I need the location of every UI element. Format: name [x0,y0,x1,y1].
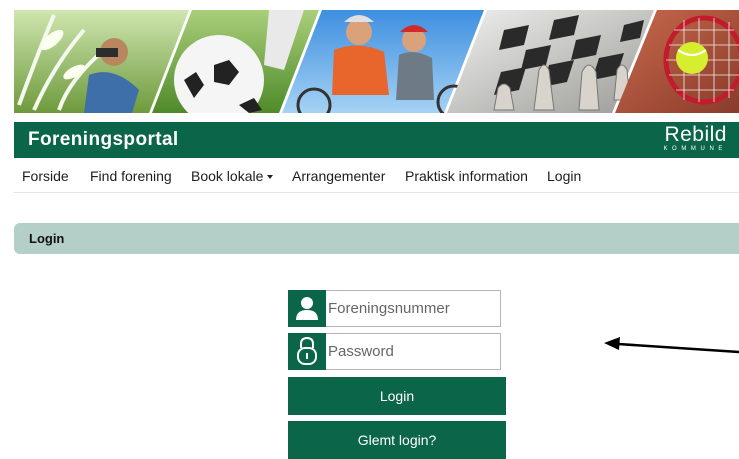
site-header: Foreningsportal Rebild KOMMUNE [14,122,739,158]
login-button[interactable]: Login [288,377,506,415]
caret-down-icon [267,175,274,180]
password-input[interactable] [328,334,498,369]
rebild-kommune-logo[interactable]: Rebild KOMMUNE [663,123,727,153]
section-title: Login [29,231,65,246]
nav-item-find-forening[interactable]: Find forening [90,168,172,184]
nav-item-forside[interactable]: Forside [22,168,69,184]
username-field [288,290,501,327]
logo-main-text: Rebild [664,123,727,146]
nav-item-praktisk-information[interactable]: Praktisk information [405,168,528,184]
nav-item-book-lokale[interactable]: Book lokale [191,168,274,184]
password-field [288,333,501,370]
username-input[interactable] [328,291,498,326]
main-nav: Forside Find forening Book lokale Arrang… [14,160,739,193]
forgot-login-button[interactable]: Glemt login? [288,421,506,459]
nav-item-arrangementer[interactable]: Arrangementer [292,168,385,184]
section-header: Login [14,223,739,254]
lock-icon [288,333,326,370]
user-icon [288,290,326,327]
nav-item-login[interactable]: Login [547,168,581,184]
nav-item-book-lokale-label: Book lokale [191,168,264,184]
banner-collage-image [14,10,739,113]
logo-sub-text: KOMMUNE [663,146,727,152]
site-title[interactable]: Foreningsportal [28,129,179,151]
header-banner [14,10,739,113]
arrow-left-icon [604,337,739,354]
